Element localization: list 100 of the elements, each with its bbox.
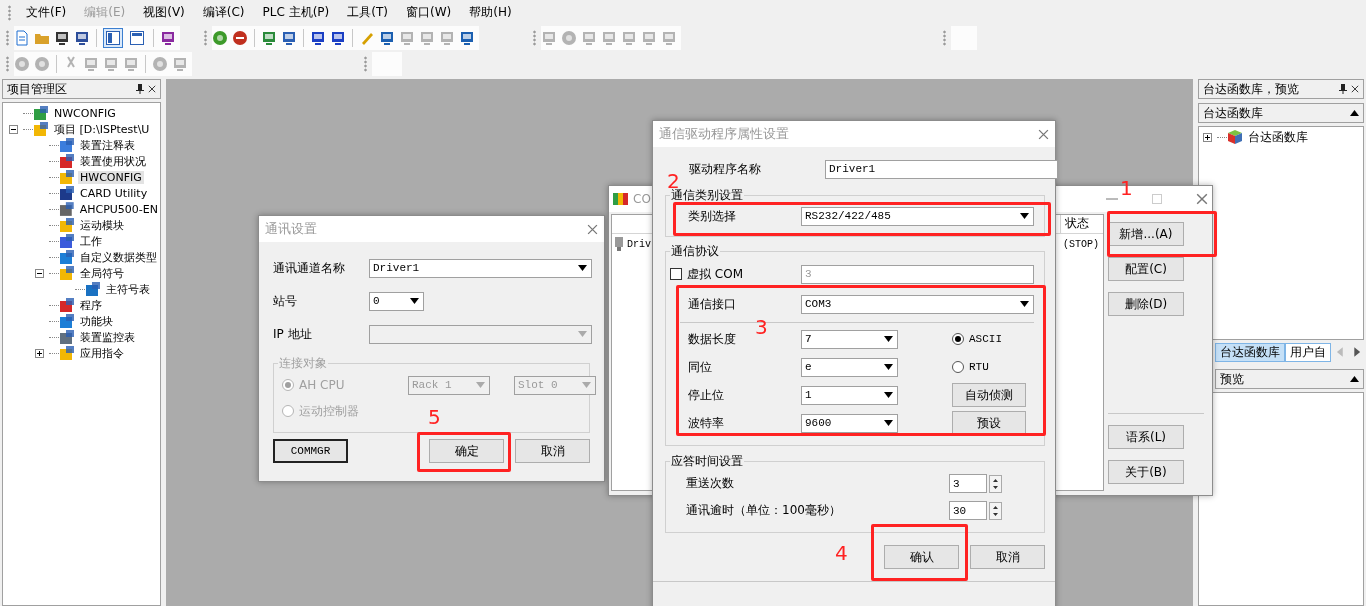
node-icon <box>33 121 49 137</box>
tree-item[interactable]: AHCPU500-EN <box>77 202 160 216</box>
tree-item[interactable]: HWCONFIG <box>78 170 144 184</box>
tree-item[interactable]: 主符号表 <box>104 281 152 297</box>
close-icon[interactable] <box>1351 85 1359 93</box>
expander-icon[interactable] <box>1203 132 1212 142</box>
dropdown-field[interactable]: 0 <box>369 291 424 311</box>
close-icon[interactable] <box>587 223 598 235</box>
caret-icon <box>884 420 893 426</box>
caret-icon <box>884 392 893 398</box>
dropdown-field[interactable]: e <box>801 357 898 377</box>
tree-item[interactable]: 装置使用状况 <box>78 153 148 169</box>
expander-icon[interactable] <box>35 268 44 278</box>
side-button[interactable]: 关于(B) <box>1108 460 1184 484</box>
caret-icon <box>884 336 893 342</box>
menu-item[interactable]: PLC 主机(P) <box>254 2 338 23</box>
field-label: 同位 <box>688 358 713 376</box>
section-title: 台达函数库 <box>1203 104 1264 122</box>
document-icon[interactable] <box>14 30 30 46</box>
node-icon <box>85 281 101 297</box>
tree-item[interactable]: NWCONFIG <box>52 106 118 120</box>
monitor-icon[interactable] <box>310 30 326 46</box>
tree-item[interactable]: 运动模块 <box>78 217 126 233</box>
menu-item[interactable]: 工具(T) <box>339 2 396 23</box>
menu-item[interactable]: 编译(C) <box>194 2 253 23</box>
monitor-icon[interactable] <box>330 30 346 46</box>
radio-option[interactable]: ASCII <box>952 333 1042 345</box>
side-button[interactable]: 删除(D) <box>1108 292 1184 316</box>
layout-button[interactable] <box>103 28 123 48</box>
side-button[interactable]: 新增...(A) <box>1108 222 1184 246</box>
tree-item[interactable]: 项目 [D:\ISPtest\U <box>52 121 152 137</box>
pin-icon[interactable] <box>1339 84 1347 94</box>
pin-icon[interactable] <box>136 84 144 94</box>
node-icon <box>59 137 75 153</box>
list-cell: (STOP) <box>1063 238 1099 250</box>
node-icon <box>59 313 75 329</box>
caret-icon <box>410 298 419 304</box>
stop-icon[interactable] <box>232 30 248 46</box>
tree-item[interactable]: 应用指令 <box>78 345 126 361</box>
field-label: 站号 <box>273 292 298 310</box>
cube-icon <box>1227 129 1243 145</box>
dropdown-field[interactable]: 9600 <box>801 413 898 433</box>
menu-item[interactable]: 文件(F) <box>18 2 75 23</box>
dropdown-field[interactable]: 1 <box>801 385 898 405</box>
node-icon <box>59 217 75 233</box>
spinner-icon[interactable] <box>989 501 1002 520</box>
node-icon <box>59 201 75 217</box>
dialog-button[interactable]: 自动侦测 <box>952 383 1026 407</box>
tree-item[interactable]: CARD Utility <box>78 186 150 200</box>
radio-option[interactable]: RTU <box>952 361 1042 373</box>
window-title: 通讯设置 <box>265 220 317 238</box>
dropdown-field[interactable]: RS232/422/485 <box>801 206 1034 226</box>
dialog-button[interactable]: 确认 <box>884 545 959 569</box>
step-number: 5 <box>428 406 441 428</box>
close-icon[interactable] <box>148 85 156 93</box>
tree-item[interactable]: 全局符号 <box>78 265 126 281</box>
tree-item[interactable]: 功能块 <box>78 313 115 329</box>
caret-icon <box>476 382 485 388</box>
tree-item[interactable]: 装置监控表 <box>78 329 137 345</box>
panel-tab[interactable]: 用户自 <box>1285 343 1331 362</box>
close-icon[interactable] <box>1038 128 1049 140</box>
text-field[interactable]: Driver1 <box>825 159 1058 179</box>
tree-item[interactable]: 自定义数据类型 <box>78 249 159 265</box>
dialog-button[interactable]: COMMGR <box>273 439 348 463</box>
menu-item[interactable]: 视图(V) <box>135 2 193 23</box>
dialog-button[interactable]: 预设 <box>952 411 1026 435</box>
side-button[interactable]: 语系(L) <box>1108 425 1184 449</box>
caret-icon <box>578 265 587 271</box>
play-icon[interactable] <box>212 30 228 46</box>
expander-icon[interactable] <box>9 124 18 134</box>
dialog-button[interactable]: 确定 <box>429 439 504 463</box>
close-icon[interactable] <box>1196 193 1208 205</box>
number-field[interactable]: 30 <box>949 501 987 520</box>
caret-icon <box>1350 110 1359 116</box>
dropdown-field[interactable]: 7 <box>801 329 898 349</box>
spinner-icon[interactable] <box>989 474 1002 493</box>
dropdown-field[interactable]: COM3 <box>801 294 1034 314</box>
field-label: 驱动程序名称 <box>689 160 762 178</box>
tree-item[interactable]: 工作 <box>78 233 104 249</box>
side-button[interactable]: 配置(C) <box>1108 257 1184 281</box>
tree-item[interactable]: 装置注释表 <box>78 137 137 153</box>
panel-tab[interactable]: 台达函数库 <box>1215 343 1285 362</box>
expander-icon[interactable] <box>35 348 44 358</box>
tree-item[interactable]: 程序 <box>78 297 104 313</box>
dialog-button[interactable]: 取消 <box>970 545 1045 569</box>
field-label: 通讯通道名称 <box>273 259 346 277</box>
node-icon <box>59 185 75 201</box>
panel-title: 台达函数库，预览 <box>1203 80 1300 98</box>
menu-item[interactable]: 窗口(W) <box>397 2 460 23</box>
field-label: 数据长度 <box>688 330 737 348</box>
layout-button[interactable] <box>127 28 147 48</box>
dropdown-field[interactable]: Driver1 <box>369 258 592 278</box>
caret-icon <box>884 364 893 370</box>
app-icon <box>613 192 629 206</box>
dialog-button[interactable]: 取消 <box>515 439 590 463</box>
field-label: 停止位 <box>688 386 725 404</box>
tree-item[interactable]: 台达函数库 <box>1246 128 1310 146</box>
number-field[interactable]: 3 <box>949 474 987 493</box>
caret-icon <box>1350 376 1359 382</box>
menu-item[interactable]: 帮助(H) <box>461 2 520 23</box>
